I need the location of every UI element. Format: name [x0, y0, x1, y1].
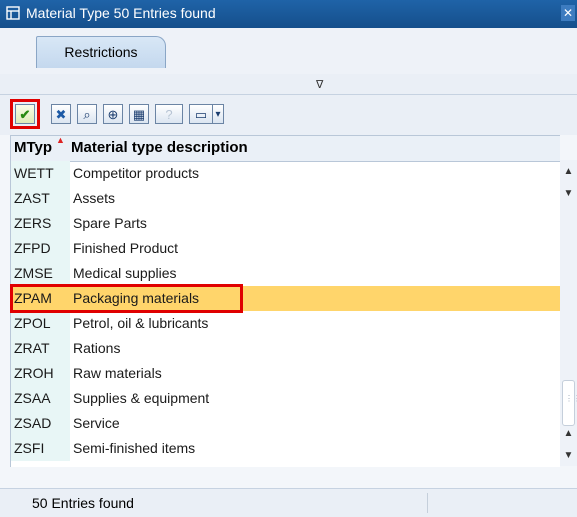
chevron-down-icon: ▾ — [215, 109, 221, 120]
key-cell: ZMSE — [11, 261, 70, 286]
status-bar: 50 Entries found — [0, 488, 577, 517]
scroll-page-up-icon[interactable]: ▲ — [560, 424, 577, 444]
table-row[interactable]: ZERS Spare Parts — [11, 211, 560, 236]
material-type-code: ZERS — [14, 215, 52, 231]
key-cell: ZFPD — [11, 236, 70, 261]
table-row[interactable]: ZMSE Medical supplies — [11, 261, 560, 286]
value-help-dialog: Material Type 50 Entries found ✕ Restric… — [0, 0, 577, 517]
material-type-code: ZSAD — [14, 415, 52, 431]
table-row[interactable]: WETT Competitor products — [11, 161, 560, 186]
printer-icon: ▭ — [194, 107, 208, 122]
cancel-icon: ✖ — [55, 107, 67, 122]
key-cell: WETT — [11, 161, 70, 186]
find-button[interactable]: ⌕ — [77, 104, 97, 124]
material-type-description: Competitor products — [73, 165, 200, 181]
tab-restrictions[interactable]: Restrictions — [36, 36, 166, 68]
key-cell: ZERS — [11, 211, 70, 236]
table-row[interactable]: ZSAD Service — [11, 411, 560, 436]
material-type-description: Finished Product — [73, 240, 179, 256]
material-type-code: ZPOL — [14, 315, 51, 331]
material-type-code: WETT — [14, 165, 54, 181]
print-button[interactable]: ▭ — [189, 104, 213, 124]
material-type-description: Assets — [73, 190, 116, 206]
scroll-page-down-icon[interactable]: ▼ — [560, 446, 577, 466]
material-type-description: Semi-finished items — [73, 440, 196, 456]
material-type-description: Service — [73, 415, 120, 431]
scroll-down-icon[interactable]: ▼ — [560, 184, 577, 204]
grid-icon: ▦ — [132, 107, 146, 122]
material-type-description: Raw materials — [73, 365, 162, 381]
scroll-thumb[interactable]: ⋮⋮ — [562, 380, 577, 426]
binoculars-icon: ⌕ — [83, 107, 91, 122]
tab-strip: Restrictions — [0, 28, 577, 75]
close-icon[interactable]: ✕ — [561, 5, 575, 21]
material-type-code: ZAST — [14, 190, 50, 206]
restrictions-toggle-bar[interactable]: ∇ — [0, 74, 577, 95]
material-type-description: Petrol, oil & lubricants — [73, 315, 209, 331]
material-type-code: ZRAT — [14, 340, 50, 356]
column-header-mtyp[interactable]: MTyp — [14, 139, 52, 156]
cancel-button[interactable]: ✖ — [51, 104, 71, 124]
binoculars-plus-icon: ⊕ — [107, 107, 119, 122]
window-menu-icon[interactable] — [6, 6, 20, 20]
key-cell: ZAST — [11, 186, 70, 211]
material-type-code: ZFPD — [14, 240, 51, 256]
material-type-code: ZSFI — [14, 440, 45, 456]
find-next-button[interactable]: ⊕ — [103, 104, 123, 124]
key-cell: ZSAD — [11, 411, 70, 436]
material-type-code: ZROH — [14, 365, 54, 381]
grip-icon: ⋮⋮ — [565, 394, 577, 403]
table-row[interactable]: ZSFI Semi-finished items — [11, 436, 560, 461]
help-button[interactable]: ? — [155, 104, 183, 124]
material-type-description: Supplies & equipment — [73, 390, 210, 406]
window-title: Material Type 50 Entries found — [26, 5, 216, 21]
key-cell: ZPOL — [11, 311, 70, 336]
status-text: 50 Entries found — [32, 495, 134, 511]
expand-restrictions-icon[interactable]: ∇ — [316, 78, 323, 91]
table-row[interactable]: ZSAA Supplies & equipment — [11, 386, 560, 411]
key-cell: ZSAA — [11, 386, 70, 411]
more-button[interactable]: ▾ — [212, 104, 224, 124]
table-row[interactable]: ZRAT Rations — [11, 336, 560, 361]
key-cell: ZROH — [11, 361, 70, 386]
status-separator — [427, 493, 428, 513]
table-row[interactable]: ZFPD Finished Product — [11, 236, 560, 261]
table-row[interactable]: ZAST Assets — [11, 186, 560, 211]
table-row[interactable]: ZROH Raw materials — [11, 361, 560, 386]
highlight-box-selected-row — [10, 284, 243, 313]
column-header-description[interactable]: Material type description — [71, 139, 248, 156]
material-type-description: Rations — [73, 340, 121, 356]
table-row[interactable]: ZPOL Petrol, oil & lubricants — [11, 311, 560, 336]
sort-ascending-icon: ▲ — [56, 135, 65, 145]
key-cell: ZSFI — [11, 436, 70, 461]
help-icon: ? — [165, 107, 173, 122]
vertical-scrollbar[interactable]: ▲ ▼ ⋮⋮ ▲ ▼ — [560, 160, 577, 466]
material-type-code: ZMSE — [14, 265, 53, 281]
material-type-code: ZSAA — [14, 390, 51, 406]
select-button[interactable]: ▦ — [129, 104, 149, 124]
material-type-description: Spare Parts — [73, 215, 147, 231]
title-bar[interactable]: Material Type 50 Entries found ✕ — [0, 0, 577, 28]
scroll-up-icon[interactable]: ▲ — [560, 162, 577, 182]
highlight-box-confirm — [10, 99, 40, 129]
material-type-description: Medical supplies — [73, 265, 177, 281]
table-header: MTyp ▲ Material type description — [11, 135, 560, 162]
key-cell: ZRAT — [11, 336, 70, 361]
